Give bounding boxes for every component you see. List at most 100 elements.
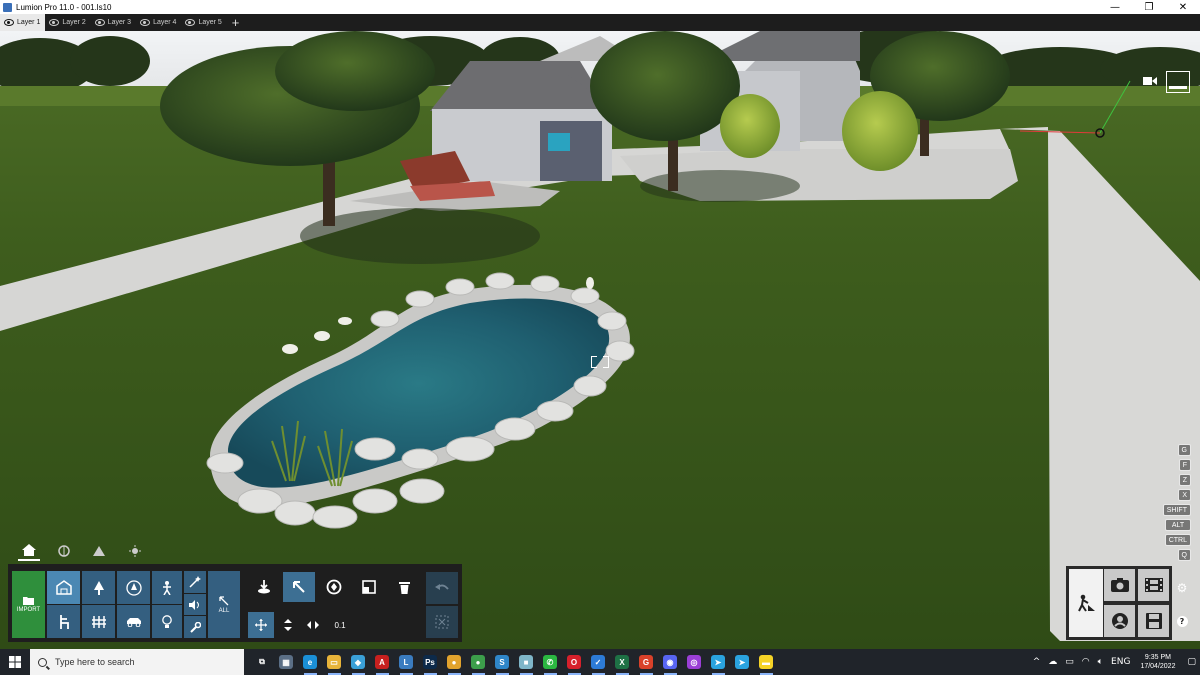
- view-thumbnail-icon[interactable]: [1166, 71, 1190, 93]
- taskbar-app-excel[interactable]: X: [611, 649, 634, 675]
- save-icon[interactable]: [1138, 605, 1169, 637]
- taskbar-app-app-3d[interactable]: ◆: [347, 649, 370, 675]
- lumion-icon: L: [399, 655, 413, 669]
- light-icon[interactable]: [152, 605, 182, 638]
- telegram-icon: ➤: [711, 655, 725, 669]
- taskbar-app-file-explorer[interactable]: ▭: [323, 649, 346, 675]
- material-icon[interactable]: [53, 541, 75, 561]
- move-icon[interactable]: [248, 612, 274, 638]
- todo-icon: ✓: [591, 655, 605, 669]
- app-cube-icon: ■: [519, 655, 533, 669]
- layer-tab-1[interactable]: Layer 1: [0, 14, 46, 31]
- taskbar-app-todo[interactable]: ✓: [587, 649, 610, 675]
- scene-viewport[interactable]: G F Z X SHIFT ALT CTRL Q: [0, 31, 1200, 649]
- transport-icon[interactable]: [117, 605, 150, 638]
- layer-tab-4[interactable]: Layer 4: [136, 14, 181, 31]
- focus-bracket-icon: [591, 356, 609, 368]
- undo-icon[interactable]: [426, 572, 458, 604]
- deselect-icon[interactable]: [426, 606, 458, 638]
- taskbar-app-autocad[interactable]: A: [371, 649, 394, 675]
- weather-icon[interactable]: [124, 541, 146, 561]
- network-icon[interactable]: ▭: [1065, 657, 1074, 667]
- key-x: X: [1178, 489, 1191, 501]
- eye-icon[interactable]: [185, 19, 196, 26]
- landscape-icon[interactable]: [88, 541, 110, 561]
- camera-icon[interactable]: [1143, 76, 1157, 86]
- utility-icon[interactable]: [184, 616, 206, 638]
- taskbar-app-app-cube[interactable]: ■: [515, 649, 538, 675]
- windows-start-button[interactable]: [0, 649, 30, 675]
- settings-icon[interactable]: ⚙: [1175, 581, 1189, 595]
- indoor-icon[interactable]: [47, 605, 80, 638]
- taskbar-app-lumion[interactable]: L: [395, 649, 418, 675]
- special-tree-icon[interactable]: [117, 571, 150, 604]
- layer-tab-3[interactable]: Layer 3: [91, 14, 136, 31]
- key-f: F: [1178, 459, 1191, 471]
- people-icon[interactable]: [152, 571, 182, 604]
- value-icon[interactable]: 0.1: [328, 612, 352, 638]
- edge-icon: e: [303, 655, 317, 669]
- eye-icon[interactable]: [140, 19, 151, 26]
- sketchup-icon: S: [495, 655, 509, 669]
- tree-icon[interactable]: [82, 571, 115, 604]
- build-mode-icon[interactable]: [1069, 569, 1103, 637]
- weather-tray-icon[interactable]: ☁: [1048, 657, 1057, 667]
- all-category-button[interactable]: ALL: [208, 571, 240, 638]
- layer-tab-5[interactable]: Layer 5: [181, 14, 226, 31]
- taskbar-app-discord[interactable]: ◉: [659, 649, 682, 675]
- volume-icon[interactable]: 🔈︎: [1098, 657, 1103, 667]
- fence-icon[interactable]: [82, 605, 115, 638]
- height-icon[interactable]: [278, 612, 298, 638]
- language-indicator[interactable]: ENG: [1111, 657, 1130, 667]
- lumion-window: Lumion Pro 11.0 - 001.ls10 — ❐ ✕ Layer 1…: [0, 0, 1200, 675]
- wifi-icon[interactable]: ◠: [1082, 657, 1090, 667]
- arrow-icon: [219, 595, 229, 605]
- eye-icon[interactable]: [49, 19, 60, 26]
- scale-icon[interactable]: [353, 572, 385, 602]
- panorama-mode-icon[interactable]: [1104, 605, 1135, 637]
- taskbar-app-task-view[interactable]: ⧉: [251, 649, 274, 675]
- close-button[interactable]: ✕: [1166, 2, 1200, 13]
- taskbar-app-telegram[interactable]: ➤: [707, 649, 730, 675]
- add-layer-button[interactable]: +: [227, 15, 245, 30]
- import-button[interactable]: IMPORT: [12, 571, 45, 638]
- taskbar-search-box[interactable]: Type here to search: [30, 649, 244, 675]
- chrome-icon: ●: [447, 655, 461, 669]
- whatsapp-icon: ✆: [543, 655, 557, 669]
- taskbar-app-sticky-notes[interactable]: ▬: [755, 649, 778, 675]
- help-icon[interactable]: ?: [1175, 614, 1189, 628]
- opera-icon: O: [567, 655, 581, 669]
- minimize-button[interactable]: —: [1098, 2, 1132, 13]
- taskbar-app-whatsapp[interactable]: ✆: [539, 649, 562, 675]
- layer-tab-label: Layer 2: [62, 19, 86, 26]
- select-icon[interactable]: [283, 572, 315, 602]
- effects-icon[interactable]: [184, 571, 206, 593]
- taskbar-app-opera[interactable]: O: [563, 649, 586, 675]
- movie-mode-icon[interactable]: [1138, 569, 1169, 601]
- nature-category-icon[interactable]: [47, 571, 80, 604]
- taskbar-app-edge[interactable]: e: [299, 649, 322, 675]
- layer-tab-2[interactable]: Layer 2: [45, 14, 90, 31]
- rotate-icon[interactable]: [318, 572, 350, 602]
- taskbar-app-chrome[interactable]: ●: [443, 649, 466, 675]
- taskbar-app-chrome-profile[interactable]: ●: [467, 649, 490, 675]
- taskbar-app-telegram-2[interactable]: ➤: [731, 649, 754, 675]
- layer-tab-label: Layer 3: [107, 19, 132, 26]
- taskbar-app-calculator[interactable]: ▦: [275, 649, 298, 675]
- taskbar-app-podcast[interactable]: ◎: [683, 649, 706, 675]
- spread-icon[interactable]: [302, 612, 324, 638]
- notifications-icon[interactable]: ▢: [1187, 657, 1196, 667]
- photo-mode-icon[interactable]: [1104, 569, 1135, 601]
- sound-icon[interactable]: [184, 594, 206, 615]
- tray-chevron-icon[interactable]: ^: [1033, 657, 1041, 667]
- eye-icon[interactable]: [94, 19, 105, 26]
- eye-icon[interactable]: [4, 19, 14, 26]
- taskbar-app-grammarly[interactable]: G: [635, 649, 658, 675]
- place-object-icon[interactable]: [248, 572, 280, 602]
- taskbar-clock[interactable]: 9:35 PM 17/04/2022: [1140, 653, 1175, 671]
- taskbar-app-photoshop[interactable]: Ps: [419, 649, 442, 675]
- maximize-button[interactable]: ❐: [1132, 2, 1166, 13]
- taskbar-app-sketchup[interactable]: S: [491, 649, 514, 675]
- delete-icon[interactable]: [388, 572, 420, 602]
- home-icon[interactable]: [18, 541, 40, 561]
